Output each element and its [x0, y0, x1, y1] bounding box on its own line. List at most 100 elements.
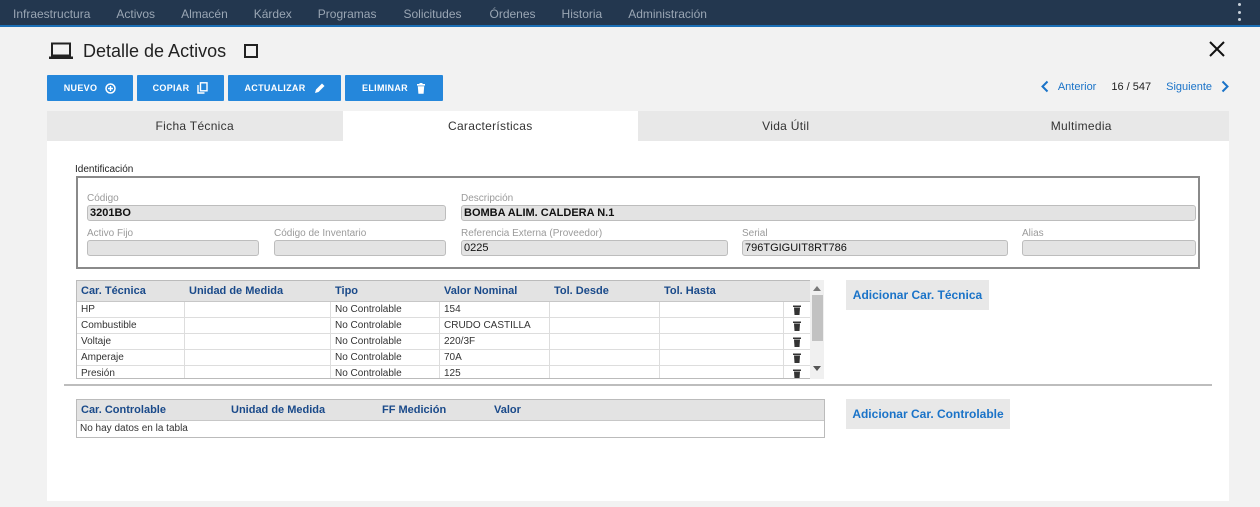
cell: Combustible: [77, 317, 185, 334]
cell: [660, 333, 784, 350]
serial-field[interactable]: 796TGIGUIT8RT786: [742, 240, 1008, 256]
menu-activos[interactable]: Activos: [116, 7, 155, 21]
codigo-field-group: Código 3201BO: [87, 193, 446, 221]
detail-tabs: Ficha Técnica Características Vida Útil …: [47, 111, 1229, 141]
cell: [550, 333, 660, 350]
table-row[interactable]: Combustible No Controlable CRUDO CASTILL…: [77, 317, 823, 334]
delete-row-icon[interactable]: [784, 334, 809, 350]
nuevo-label: NUEVO: [63, 83, 98, 93]
close-icon[interactable]: [1208, 40, 1226, 58]
chevron-right-icon: [1221, 80, 1229, 93]
delete-row-icon[interactable]: [784, 350, 809, 366]
copiar-button[interactable]: COPIAR: [137, 75, 224, 101]
referencia-externa-field[interactable]: 0225: [461, 240, 728, 256]
tab-caracteristicas[interactable]: Características: [342, 111, 638, 141]
col-ff-medicion[interactable]: FF Medición: [378, 404, 490, 416]
nuevo-button[interactable]: NUEVO: [47, 75, 133, 101]
scroll-down-icon[interactable]: [813, 366, 821, 371]
activo-fijo-label: Activo Fijo: [87, 228, 134, 239]
table-row[interactable]: HP No Controlable 154: [77, 301, 823, 318]
previous-link[interactable]: Anterior: [1040, 80, 1097, 93]
favorite-checkbox[interactable]: [244, 44, 259, 58]
cell: [185, 349, 331, 366]
empty-table-message: No hay datos en la tabla: [80, 423, 188, 434]
codigo-field[interactable]: 3201BO: [87, 205, 446, 221]
table-scrollbar[interactable]: [810, 280, 824, 379]
add-circle-icon: [105, 82, 116, 94]
menu-solicitudes[interactable]: Solicitudes: [403, 7, 461, 21]
actualizar-label: ACTUALIZAR: [244, 83, 306, 93]
add-car-tecnica-button[interactable]: Adicionar Car. Técnica: [846, 280, 989, 310]
main-menu: Infraestructura Activos Almacén Kárdex P…: [0, 0, 707, 27]
cell: Amperaje: [77, 349, 185, 366]
cell: [550, 349, 660, 366]
delete-row-icon[interactable]: [784, 366, 809, 378]
col-tipo[interactable]: Tipo: [331, 285, 440, 297]
actualizar-button[interactable]: ACTUALIZAR: [228, 75, 341, 101]
page-title: Detalle de Activos: [83, 40, 227, 61]
tab-vida-util[interactable]: Vida Útil: [638, 111, 934, 141]
cell: HP: [77, 301, 185, 318]
trash-icon: [416, 82, 425, 94]
cell: 125: [440, 365, 550, 378]
cell: [660, 301, 784, 318]
scrollbar-thumb[interactable]: [812, 295, 823, 341]
serial-label: Serial: [742, 228, 768, 239]
col-unidad-medida[interactable]: Unidad de Medida: [185, 285, 331, 297]
identificacion-group: Código 3201BO Descripción BOMBA ALIM. CA…: [76, 176, 1200, 269]
menu-infraestructura[interactable]: Infraestructura: [13, 7, 90, 21]
previous-label: Anterior: [1057, 80, 1097, 93]
referencia-externa-field-group: Referencia Externa (Proveedor) 0225: [461, 228, 728, 256]
copiar-label: COPIAR: [152, 83, 190, 93]
menu-administracion[interactable]: Administración: [628, 7, 707, 21]
cell: 70A: [440, 349, 550, 366]
col-tol-desde[interactable]: Tol. Desde: [550, 285, 660, 297]
add-car-controlable-button[interactable]: Adicionar Car. Controlable: [846, 399, 1010, 429]
tab-multimedia[interactable]: Multimedia: [934, 111, 1230, 141]
cell: 220/3F: [440, 333, 550, 350]
table-row[interactable]: Amperaje No Controlable 70A: [77, 349, 823, 366]
menu-historia[interactable]: Historia: [562, 7, 603, 21]
menu-almacen[interactable]: Almacén: [181, 7, 228, 21]
col-car-tecnica[interactable]: Car. Técnica: [77, 285, 185, 297]
scroll-up-icon[interactable]: [813, 286, 821, 291]
pencil-icon: [314, 83, 324, 93]
cell: [185, 333, 331, 350]
cell: 154: [440, 301, 550, 318]
codigo-inventario-field[interactable]: [274, 240, 446, 256]
menu-ordenes[interactable]: Órdenes: [490, 7, 536, 21]
col-tol-hasta[interactable]: Tol. Hasta: [660, 285, 784, 297]
codigo-label: Código: [87, 193, 119, 204]
codigo-inventario-label: Código de Inventario: [274, 228, 367, 239]
cell: CRUDO CASTILLA: [440, 317, 550, 334]
laptop-icon: [49, 42, 73, 59]
codigo-inventario-field-group: Código de Inventario: [274, 228, 446, 256]
menu-kardex[interactable]: Kárdex: [254, 7, 292, 21]
col-car-controlable[interactable]: Car. Controlable: [77, 404, 227, 416]
descripcion-label: Descripción: [461, 193, 514, 204]
cell: [550, 301, 660, 318]
cell: No Controlable: [331, 317, 440, 334]
car-tecnica-header: Car. Técnica Unidad de Medida Tipo Valor…: [77, 281, 823, 302]
tab-ficha-tecnica[interactable]: Ficha Técnica: [47, 111, 343, 141]
alias-field[interactable]: [1022, 240, 1196, 256]
table-row[interactable]: Presión No Controlable 125: [77, 365, 823, 378]
delete-row-icon[interactable]: [784, 318, 809, 334]
col-unidad-medida[interactable]: Unidad de Medida: [227, 404, 378, 416]
col-valor[interactable]: Valor: [490, 404, 590, 416]
eliminar-button[interactable]: ELIMINAR: [345, 75, 443, 101]
car-tecnica-table: Car. Técnica Unidad de Medida Tipo Valor…: [76, 280, 824, 379]
menu-programas[interactable]: Programas: [318, 7, 377, 21]
identificacion-label: Identificación: [75, 164, 134, 175]
activo-fijo-field[interactable]: [87, 240, 259, 256]
delete-row-icon[interactable]: [784, 302, 809, 318]
caracteristicas-panel: Identificación Código 3201BO Descripción…: [47, 141, 1229, 501]
descripcion-field[interactable]: BOMBA ALIM. CALDERA N.1: [461, 205, 1196, 221]
alias-field-group: Alias: [1022, 228, 1196, 256]
descripcion-field-group: Descripción BOMBA ALIM. CALDERA N.1: [461, 193, 1196, 221]
cell: [185, 301, 331, 318]
col-valor-nominal[interactable]: Valor Nominal: [440, 285, 550, 297]
table-row[interactable]: Voltaje No Controlable 220/3F: [77, 333, 823, 350]
kebab-menu-icon[interactable]: [1238, 3, 1242, 21]
next-link[interactable]: Siguiente: [1166, 80, 1230, 93]
